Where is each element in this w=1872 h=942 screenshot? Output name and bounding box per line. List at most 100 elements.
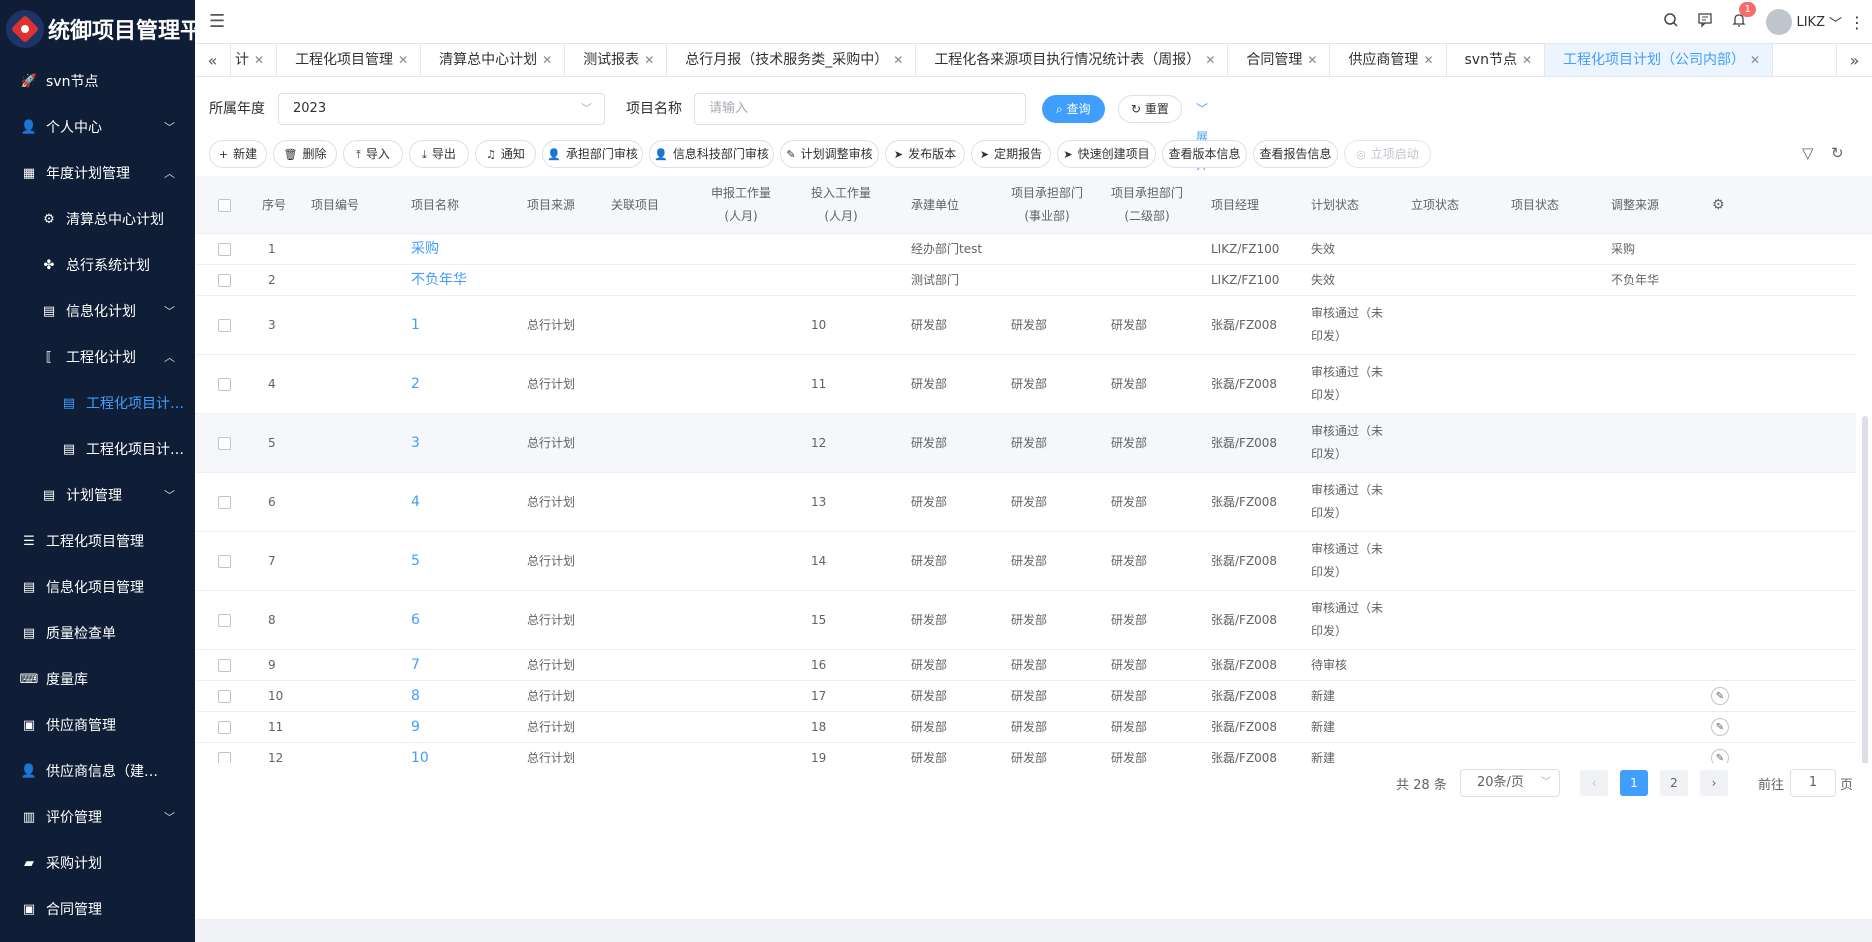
column-header[interactable]: 立项状态 [1411,176,1501,234]
project-name-link[interactable]: 5 [411,532,503,590]
page-2-button[interactable]: 2 [1660,770,1688,796]
table-row[interactable]: 12 10 总行计划 19 研发部 研发部 研发部 张磊/FZ008 新建 ✎ [195,743,1856,763]
sidebar-item-9[interactable]: ▤ 计划管理 ﹀ [0,472,195,518]
sidebar-item-1[interactable]: 👤 个人中心 ﹀ [0,104,195,150]
edit-icon[interactable]: ✎ [1711,687,1729,705]
column-header[interactable]: 项目经理 [1211,176,1301,234]
project-name-link[interactable]: 7 [411,650,503,680]
toolbar-button-12[interactable]: 查看报告信息 [1253,140,1338,168]
column-header[interactable]: 计划状态 [1311,176,1401,234]
column-header[interactable]: 调整来源 [1611,176,1701,234]
sidebar-item-2[interactable]: ▦ 年度计划管理 ︿ [0,150,195,196]
page-size-select[interactable]: 20条/页 ﹀ [1460,769,1560,797]
page-1-button[interactable]: 1 [1620,770,1648,796]
more-vertical-icon[interactable]: ⋮ [1842,13,1872,32]
project-name-link[interactable]: 6 [411,591,503,649]
column-header[interactable]: 项目来源 [527,176,617,234]
toolbar-button-2[interactable]: ⤒ 导入 [343,140,403,168]
row-checkbox[interactable] [218,242,231,256]
sidebar-item-7[interactable]: ▤ 工程化项目计划（公司内部） [0,380,195,426]
table-row[interactable]: 11 9 总行计划 18 研发部 研发部 研发部 张磊/FZ008 新建 ✎ [195,712,1856,743]
tab-4[interactable]: 总行月报（技术服务类_采购中） ✕ [667,44,917,76]
tab-scroll-left-icon[interactable]: « [195,44,231,77]
close-icon[interactable]: ✕ [254,53,264,67]
table-row[interactable]: 9 7 总行计划 16 研发部 研发部 研发部 张磊/FZ008 待审核 [195,650,1856,681]
menu-toggle-icon[interactable]: ☰ [209,11,225,32]
table-row[interactable]: 7 5 总行计划 14 研发部 研发部 研发部 张磊/FZ008 审核通过（未 印发） [195,532,1856,591]
project-name-link[interactable]: 不负年华 [411,265,503,295]
tab-8[interactable]: svn节点 ✕ [1447,44,1546,76]
project-name-input[interactable]: 请输入 [694,93,1026,125]
sidebar-item-6[interactable]: ⟦ 工程化计划 ︿ [0,334,195,380]
close-icon[interactable]: ✕ [893,53,903,67]
column-header[interactable]: 项目承担部门 (二级部) [1111,176,1201,234]
row-checkbox-cell[interactable] [218,355,231,413]
table-row[interactable]: 6 4 总行计划 13 研发部 研发部 研发部 张磊/FZ008 审核通过（未 印发） [195,473,1856,532]
table-row[interactable]: 5 3 总行计划 12 研发部 研发部 研发部 张磊/FZ008 审核通过（未 印发） [195,414,1856,473]
toolbar-button-8[interactable]: ➤ 发布版本 [885,140,965,168]
row-checkbox-cell[interactable] [218,473,231,531]
column-header[interactable]: 项目承担部门 (事业部) [1011,176,1101,234]
column-header[interactable]: 承建单位 [911,176,1001,234]
toolbar-button-7[interactable]: ✎ 计划调整审核 [780,140,879,168]
row-checkbox[interactable] [218,613,231,627]
tab-scroll-right-icon[interactable]: » [1836,44,1872,77]
sidebar-item-10[interactable]: ☰ 工程化项目管理 [0,518,195,564]
row-checkbox[interactable] [218,318,231,332]
table-row[interactable]: 10 8 总行计划 17 研发部 研发部 研发部 张磊/FZ008 新建 ✎ [195,681,1856,712]
tab-2[interactable]: 清算总中心计划 ✕ [421,44,566,76]
column-header[interactable]: 申报工作量 (人月) [711,176,801,234]
row-checkbox[interactable] [218,436,231,450]
column-header[interactable]: 项目名称 [411,176,501,234]
project-name-link[interactable]: 1 [411,296,503,354]
toolbar-button-4[interactable]: ♫ 通知 [475,140,536,168]
row-checkbox[interactable] [218,554,231,568]
message-icon[interactable] [1688,12,1722,32]
chevron-down-icon[interactable]: ﹀ [1829,13,1842,32]
close-icon[interactable]: ✕ [1522,53,1532,67]
app-logo[interactable]: 统御项目管理平台 [0,0,224,58]
close-icon[interactable]: ✕ [1423,53,1433,67]
row-checkbox-cell[interactable] [218,743,231,763]
project-name-link[interactable]: 8 [411,681,503,711]
sidebar-item-5[interactable]: ▤ 信息化计划 ﹀ [0,288,195,334]
toolbar-button-6[interactable]: 👤 信息科技部门审核 [649,140,774,168]
close-icon[interactable]: ✕ [398,53,408,67]
row-checkbox[interactable] [218,720,231,734]
row-checkbox-cell[interactable] [218,296,231,354]
edit-icon[interactable]: ✎ [1711,718,1729,736]
row-checkbox-cell[interactable] [218,650,231,680]
column-settings-icon[interactable]: ⚙ [1712,176,1725,234]
row-checkbox[interactable] [218,273,231,287]
table-row[interactable]: 2 不负年华 测试部门 LIKZ/FZ100 失效 不负年华 [195,265,1856,296]
tab-5[interactable]: 工程化各来源项目执行情况统计表（周报） ✕ [916,44,1229,76]
close-icon[interactable]: ✕ [1205,53,1215,67]
sidebar-item-11[interactable]: ▤ 信息化项目管理 [0,564,195,610]
row-checkbox[interactable] [218,495,231,509]
sidebar-item-16[interactable]: ▥ 评价管理 ﹀ [0,794,195,840]
table-row[interactable]: 1 采购 经办部门test LIKZ/FZ100 失效 采购 [195,234,1856,265]
project-name-link[interactable]: 9 [411,712,503,742]
search-icon[interactable] [1654,12,1688,32]
column-header[interactable]: 关联项目 [611,176,701,234]
row-checkbox-cell[interactable] [218,532,231,590]
column-header[interactable]: 项目状态 [1511,176,1601,234]
row-checkbox-cell[interactable] [218,265,231,295]
project-name-link[interactable]: 4 [411,473,503,531]
next-page-button[interactable]: › [1700,770,1728,796]
year-select[interactable]: 2023 ﹀ [278,93,605,125]
sidebar-item-13[interactable]: ⌨ 度量库 [0,656,195,702]
close-icon[interactable]: ✕ [1750,53,1760,67]
user-name[interactable]: LIKZ [1796,15,1825,30]
toolbar-button-3[interactable]: ⤓ 导出 [409,140,469,168]
select-all-checkbox[interactable] [218,198,231,212]
row-checkbox-cell[interactable] [218,591,231,649]
tab-6[interactable]: 合同管理 ✕ [1228,44,1331,76]
close-icon[interactable]: ✕ [542,53,552,67]
tab-3[interactable]: 测试报表 ✕ [565,44,668,76]
row-checkbox-cell[interactable] [218,234,231,264]
toolbar-button-13[interactable]: ◎ 立项启动 [1344,140,1431,168]
toolbar-button-0[interactable]: + 新建 [209,140,267,168]
toolbar-button-11[interactable]: 查看版本信息 [1162,140,1247,168]
edit-icon[interactable]: ✎ [1711,749,1729,763]
